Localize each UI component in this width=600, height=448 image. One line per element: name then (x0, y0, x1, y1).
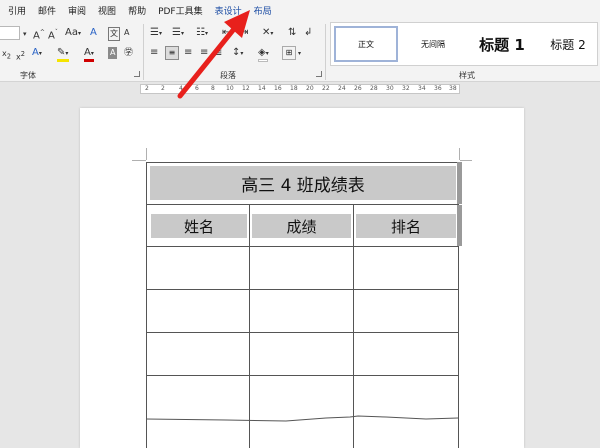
styles-group-label: 样式 (459, 71, 475, 80)
ruler-number: 2 (145, 85, 149, 92)
table-title-cell[interactable]: 高三 4 班成绩表 (150, 166, 456, 200)
table-border (146, 162, 458, 163)
chinese-layout-icon[interactable]: ✕▾ (262, 27, 273, 40)
font-color-swatch (84, 59, 94, 62)
justify-icon[interactable]: ≡ (200, 47, 208, 59)
crop-mark (459, 148, 460, 160)
ruler-number: 32 (402, 85, 410, 92)
ruler-number: 2 (161, 85, 165, 92)
ruler-number: 6 (195, 85, 199, 92)
horizontal-ruler[interactable]: 2 2 4 6 8 10 12 14 16 18 20 22 24 26 28 … (0, 82, 600, 96)
menu-tab-layout[interactable]: 布局 (254, 4, 272, 17)
style-no-spacing[interactable]: 无间隔 (401, 26, 465, 62)
ruler-number: 34 (418, 85, 426, 92)
menu-tab-pdf-tools[interactable]: PDF工具集 (158, 4, 203, 17)
ruler-number: 30 (386, 85, 394, 92)
table-cell[interactable] (147, 247, 249, 289)
change-case-icon[interactable]: Aa▾ (65, 27, 81, 40)
table-border (146, 204, 458, 205)
multilevel-list-icon[interactable]: ☷▾ (196, 27, 208, 40)
menu-tab-table-design[interactable]: 表设计 (215, 4, 242, 17)
menu-bar: 引用 邮件 审阅 视图 帮助 PDF工具集 表设计 布局 (0, 0, 600, 20)
menu-tab-view[interactable]: 视图 (98, 4, 116, 17)
ruler-number: 24 (338, 85, 346, 92)
menu-tab-references[interactable]: 引用 (8, 4, 26, 17)
ruler-number: 36 (434, 85, 442, 92)
table-cell[interactable] (250, 247, 353, 289)
bullets-icon[interactable]: ☰▾ (150, 27, 162, 40)
header-cell-name[interactable]: 姓名 (151, 214, 247, 238)
ruler-number: 18 (290, 85, 298, 92)
menu-tab-help[interactable]: 帮助 (128, 4, 146, 17)
group-separator (325, 24, 326, 80)
show-marks-icon[interactable]: ↲ (304, 27, 312, 39)
group-separator (143, 24, 144, 80)
styles-gallery: 正文 无间隔 标题 1 标题 2 (330, 22, 598, 66)
font-size-box[interactable] (0, 26, 20, 40)
table-border (146, 375, 458, 376)
ruler-number: 38 (449, 85, 457, 92)
chevron-down-icon[interactable]: ▾ (23, 28, 27, 40)
ruler-number: 4 (179, 85, 183, 92)
header-cell-score[interactable]: 成绩 (252, 214, 351, 238)
paragraph-dialog-launcher[interactable] (316, 71, 322, 77)
enclose-char-icon[interactable]: ㊫ (124, 47, 133, 59)
ruler-strip: 2 2 4 6 8 10 12 14 16 18 20 22 24 26 28 … (140, 84, 460, 94)
table-row-handle[interactable] (457, 162, 462, 204)
shrink-font-icon[interactable]: Aˇ (48, 27, 58, 42)
text-effect-icon[interactable]: A▾ (32, 47, 42, 60)
style-normal[interactable]: 正文 (334, 26, 398, 62)
char-shade-icon[interactable]: A (108, 47, 118, 59)
align-center-icon[interactable]: ≡ (165, 46, 179, 60)
ribbon: ▾ A^ Aˇ Aa▾ A 文 A x2 x2 A▾ ✎▾ A▾ A ㊫ 字体 … (0, 20, 600, 82)
table-row-handle[interactable] (457, 205, 462, 246)
ruler-number: 16 (274, 85, 282, 92)
subscript-icon[interactable]: x2 (2, 48, 11, 63)
ruler-number: 20 (306, 85, 314, 92)
table-cell[interactable] (147, 333, 249, 375)
chevron-down-icon[interactable]: ▾ (298, 48, 301, 60)
ruler-number: 12 (242, 85, 250, 92)
ruler-number: 8 (211, 85, 215, 92)
numbering-icon[interactable]: ☰▾ (172, 27, 184, 40)
table-border (146, 415, 458, 422)
font-group-label: 字体 (20, 71, 36, 80)
increase-indent-icon[interactable]: ⇥ (240, 27, 248, 39)
superscript-icon[interactable]: x2 (16, 48, 25, 64)
menu-tab-review[interactable]: 审阅 (68, 4, 86, 17)
style-heading-1[interactable]: 标题 1 (467, 26, 537, 62)
align-right-icon[interactable]: ≡ (184, 47, 192, 59)
distributed-icon[interactable]: ≣ (214, 47, 222, 59)
ruler-number: 26 (354, 85, 362, 92)
crop-mark (146, 148, 147, 160)
align-left-icon[interactable]: ≡ (150, 47, 158, 59)
table-cell[interactable] (147, 290, 249, 332)
char-shading-icon[interactable]: 文 (108, 27, 120, 41)
decrease-indent-icon[interactable]: ⇤ (222, 27, 230, 39)
highlight-color-swatch (57, 59, 69, 62)
table-cell[interactable] (354, 290, 458, 332)
ruler-number: 28 (370, 85, 378, 92)
char-border-icon[interactable]: A (124, 27, 129, 39)
table-cell[interactable] (250, 290, 353, 332)
header-cell-rank[interactable]: 排名 (356, 214, 456, 238)
ruler-number: 22 (322, 85, 330, 92)
font-dialog-launcher[interactable] (134, 71, 140, 77)
sort-icon[interactable]: ⇅ (288, 27, 296, 39)
ruler-number: 10 (226, 85, 234, 92)
borders-icon[interactable]: ⊞ (282, 46, 296, 60)
table-cell[interactable] (354, 247, 458, 289)
grow-font-icon[interactable]: A^ (33, 27, 45, 42)
paragraph-group-label: 段落 (220, 71, 236, 80)
line-spacing-icon[interactable]: ↕▾ (232, 47, 243, 60)
table-cell[interactable] (354, 333, 458, 375)
menu-tab-mailings[interactable]: 邮件 (38, 4, 56, 17)
crop-mark (460, 160, 472, 161)
clear-format-icon[interactable]: A (90, 27, 97, 39)
crop-mark (132, 160, 146, 161)
shading-swatch (258, 59, 268, 62)
style-heading-2[interactable]: 标题 2 (539, 26, 597, 62)
table-cell[interactable] (250, 333, 353, 375)
ruler-number: 14 (258, 85, 266, 92)
